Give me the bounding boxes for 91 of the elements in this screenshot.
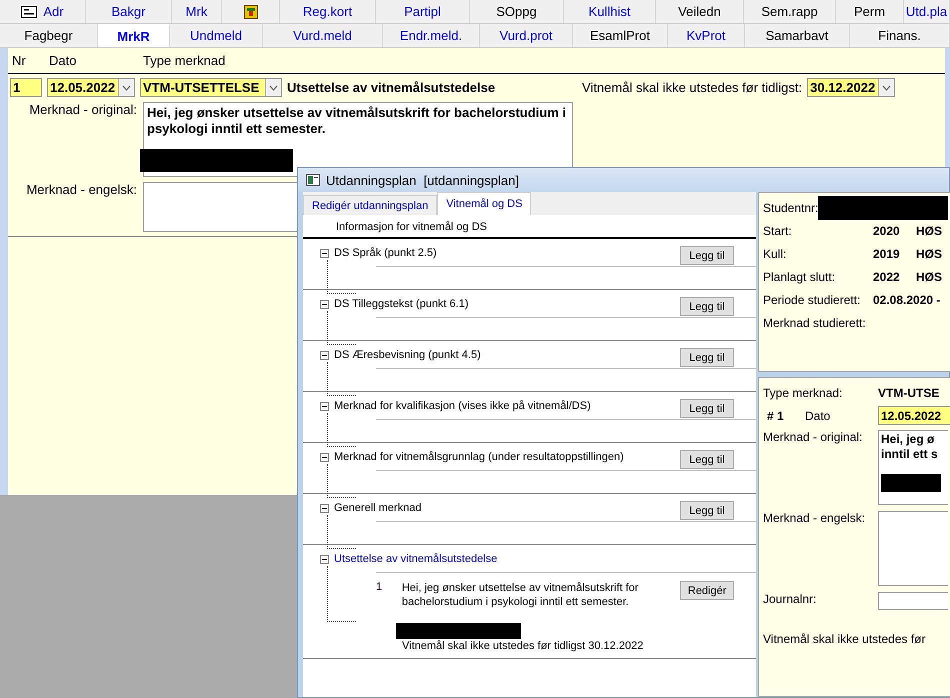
field-label: Dato (805, 408, 832, 422)
deadline-text: Vitnemål skal ikke utstedes før (763, 632, 926, 646)
field-value: HØS (916, 246, 942, 260)
section-title: Merknad for kvalifikasjon (vises ikke på vitnemål/DS) (334, 399, 592, 412)
field-label: Start: (763, 224, 793, 238)
section-title: Merknad for vitnemålsgrunnlag (under resultatoppstillingen) (334, 450, 625, 463)
column-header: Nr (12, 53, 26, 68)
nav-tab[interactable]: SOppg (470, 0, 564, 23)
entry-number: 1 (376, 581, 384, 595)
tree-connector-line (327, 413, 356, 447)
field-label: Type merknad: (763, 386, 844, 400)
add-button[interactable]: Legg til (680, 450, 734, 469)
entry-note: Vitnemål skal ikke utstedes før tidligst 30.12.2022 (402, 640, 644, 652)
field-label: Merknad - original: (29, 102, 137, 117)
tree-connector-line (327, 311, 356, 345)
add-button[interactable]: Legg til (680, 501, 734, 520)
tree-chart-icon[interactable] (244, 4, 258, 18)
section-title: Generell merknad (334, 501, 422, 514)
field-value: 2019 (873, 246, 901, 260)
field-label: Periode studierett: (763, 292, 862, 306)
tab[interactable]: Vitnemål og DS (437, 192, 532, 215)
field-label: Kull: (763, 246, 788, 260)
nav-tab[interactable]: Sem.rapp (744, 0, 836, 23)
nav-tab[interactable]: Kullhist (564, 0, 656, 23)
number-field[interactable]: 1 (10, 78, 42, 97)
column-header: Type merknad (143, 53, 226, 68)
nav-tab[interactable]: Perm (836, 0, 904, 23)
field-label: Merknad - original: (763, 430, 864, 444)
field-value: VTM-UTSE (878, 386, 940, 400)
nav-tab[interactable]: Partipl (376, 0, 470, 23)
edit-button[interactable]: Redigér (680, 581, 734, 600)
date-dropdown[interactable]: 12.05.2022 (47, 78, 135, 97)
collapse-icon[interactable] (320, 402, 329, 411)
add-button[interactable]: Legg til (680, 246, 734, 265)
tree-connector-line (327, 515, 356, 549)
window-icon (306, 174, 320, 186)
nav-tab[interactable]: Reg.kort (280, 0, 376, 23)
type-description: Utsettelse av vitnemålsutstedelse (287, 80, 496, 95)
tab[interactable]: Redigér utdanningsplan (303, 195, 438, 215)
tree-connector-line (327, 566, 356, 622)
remark-text-area[interactable] (878, 511, 948, 586)
section-heading: Informasjon for vitnemål og DS (336, 221, 488, 233)
date-dropdown[interactable]: 30.12.2022 (807, 78, 896, 97)
entry-text: Hei, jeg ønsker utsettelse av vitnemålsutskrift for bachelorstudium i psykologi inntil ett semester. (402, 581, 640, 609)
collapse-icon[interactable] (320, 351, 329, 360)
field-label: Studentnr: (763, 200, 818, 214)
date-field[interactable]: 12.05.2022 (878, 406, 950, 425)
field-value: HØS (916, 224, 942, 238)
section-title: Utsettelse av vitnemålsutstedelse (334, 552, 498, 565)
caret-icon (882, 84, 892, 90)
remark-text-area[interactable]: Hei, jeg ø inntil ett s (878, 430, 948, 505)
field-label: Merknad studierett: (763, 316, 866, 330)
nav-tab[interactable]: Adr (0, 0, 86, 23)
collapse-icon[interactable] (320, 504, 329, 513)
collapse-icon[interactable] (320, 453, 329, 462)
address-card-icon (21, 6, 38, 18)
deadline-label: Vitnemål skal ikke utstedes før tidligst: (582, 80, 802, 95)
redaction-block (881, 474, 941, 492)
caret-icon (122, 84, 131, 90)
caret-icon (269, 84, 278, 90)
add-button[interactable]: Legg til (680, 348, 734, 367)
remark-text-area[interactable]: Hei, jeg ønsker utsettelse av vitnemålsutskrift for bachelorstudium i psykologi inntil ett semester. (143, 102, 573, 177)
field-label: Journalnr: (763, 592, 818, 606)
record-number: # 1 (766, 408, 785, 422)
collapse-icon[interactable] (320, 300, 329, 309)
field-label: Merknad - engelsk: (763, 511, 866, 525)
tree-connector-line (327, 362, 356, 396)
tree-connector-line (327, 464, 356, 498)
type-dropdown[interactable]: VTM-UTSETTELSE (140, 78, 282, 97)
journal-number-field[interactable] (878, 592, 948, 610)
tree-connector-line (327, 260, 356, 294)
collapse-icon[interactable] (320, 249, 329, 258)
add-button[interactable]: Legg til (680, 399, 734, 418)
nav-tab[interactable]: Utd.pla (904, 0, 950, 23)
section-title: DS Æresbevisning (punkt 4.5) (334, 348, 482, 361)
section-title: DS Tilleggstekst (punkt 6.1) (334, 297, 470, 310)
field-value: 02.08.2020 - (873, 292, 940, 306)
field-value: 2020 (873, 224, 901, 238)
nav-tab[interactable]: Veiledn (656, 0, 744, 23)
nav-tab[interactable]: Mrk (172, 0, 222, 23)
field-label: Planlagt slutt: (763, 270, 836, 284)
nav-tab[interactable]: MrkR (98, 24, 170, 47)
tab-label[interactable]: Adr (43, 4, 64, 19)
field-value: HØS (916, 270, 942, 284)
add-button[interactable]: Legg til (680, 297, 734, 316)
field-value: 2022 (873, 270, 901, 284)
collapse-icon[interactable] (320, 555, 329, 564)
section-title: DS Språk (punkt 2.5) (334, 246, 438, 259)
column-header: Dato (49, 53, 76, 68)
field-label: Merknad - engelsk: (26, 182, 137, 197)
nav-tab[interactable]: Bakgr (86, 0, 172, 23)
